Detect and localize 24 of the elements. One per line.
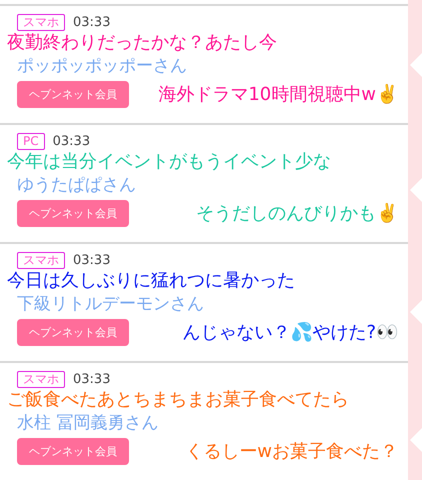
user-name[interactable]: ゆうたぱぱさん [17,174,136,196]
caption-text: そうだしのんびりかも✌ [196,202,398,226]
caption-text: んじゃない？💦やけた?👀 [182,320,398,344]
device-tag: PC [17,133,45,150]
member-button[interactable]: ヘブンネット会員 [17,319,129,346]
post-time: 03:33 [73,15,110,30]
member-button[interactable]: ヘブンネット会員 [17,438,129,465]
post-time: 03:33 [73,372,110,387]
caption-text: くるしーwお菓子食べた？ [185,440,398,464]
device-tag: スマホ [17,252,65,269]
caption-text: 海外ドラマ10時間視聴中w✌ [158,82,398,106]
caption-text: 今年は当分イベントがもうイベント少な [7,150,331,174]
caption-text: 今日は久しぶりに猛れつに暑かった [7,269,295,293]
post-time: 03:33 [52,134,90,149]
caption-text: ご飯食べたあとちまちまお菓子食べてたら [7,388,349,412]
user-name[interactable]: 下級リトルデーモンさん [17,293,204,315]
post-time: 03:33 [73,253,110,268]
user-name[interactable]: ポッポッポッポーさん [17,55,187,77]
device-tag: スマホ [17,371,65,388]
user-name[interactable]: 水柱 冨岡義勇さん [17,412,158,434]
caption-text: 夜勤終わりだったかな？あたし今 [7,31,277,55]
member-button[interactable]: ヘブンネット会員 [17,200,129,227]
device-tag: スマホ [17,14,65,31]
member-button[interactable]: ヘブンネット会員 [17,81,129,108]
